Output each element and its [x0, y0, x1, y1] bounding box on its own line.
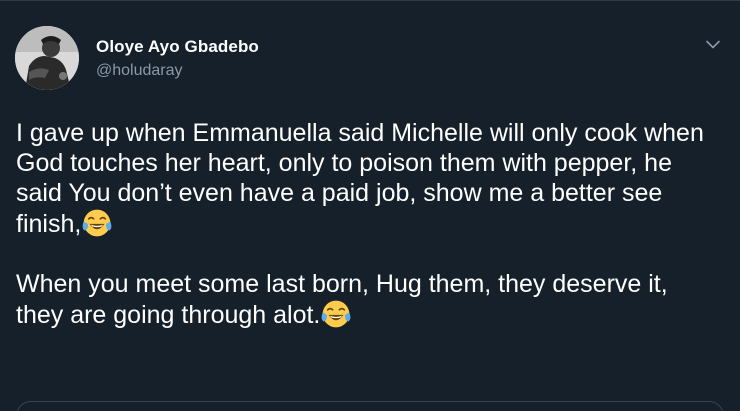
- tweet-card: Oloye Ayo Gbadebo @holudaray I gave up w…: [0, 0, 740, 411]
- avatar-photo: [15, 26, 79, 90]
- quoted-card-edge[interactable]: [16, 401, 724, 411]
- chevron-down-icon: [706, 40, 720, 48]
- avatar[interactable]: [15, 26, 79, 90]
- tweet-paragraph: I gave up when Emmanuella said Michelle …: [16, 118, 706, 239]
- tweet-menu-button[interactable]: [700, 31, 726, 57]
- tweet-paragraph-text: I gave up when Emmanuella said Michelle …: [16, 119, 704, 238]
- display-name[interactable]: Oloye Ayo Gbadebo: [96, 37, 259, 57]
- tweet-paragraph: When you meet some last born, Hug them, …: [16, 269, 706, 330]
- face-with-tears-of-joy-icon: [321, 300, 351, 328]
- tweet-text: I gave up when Emmanuella said Michelle …: [16, 118, 706, 330]
- username[interactable]: @holudaray: [96, 62, 183, 80]
- face-with-tears-of-joy-icon: [82, 209, 112, 237]
